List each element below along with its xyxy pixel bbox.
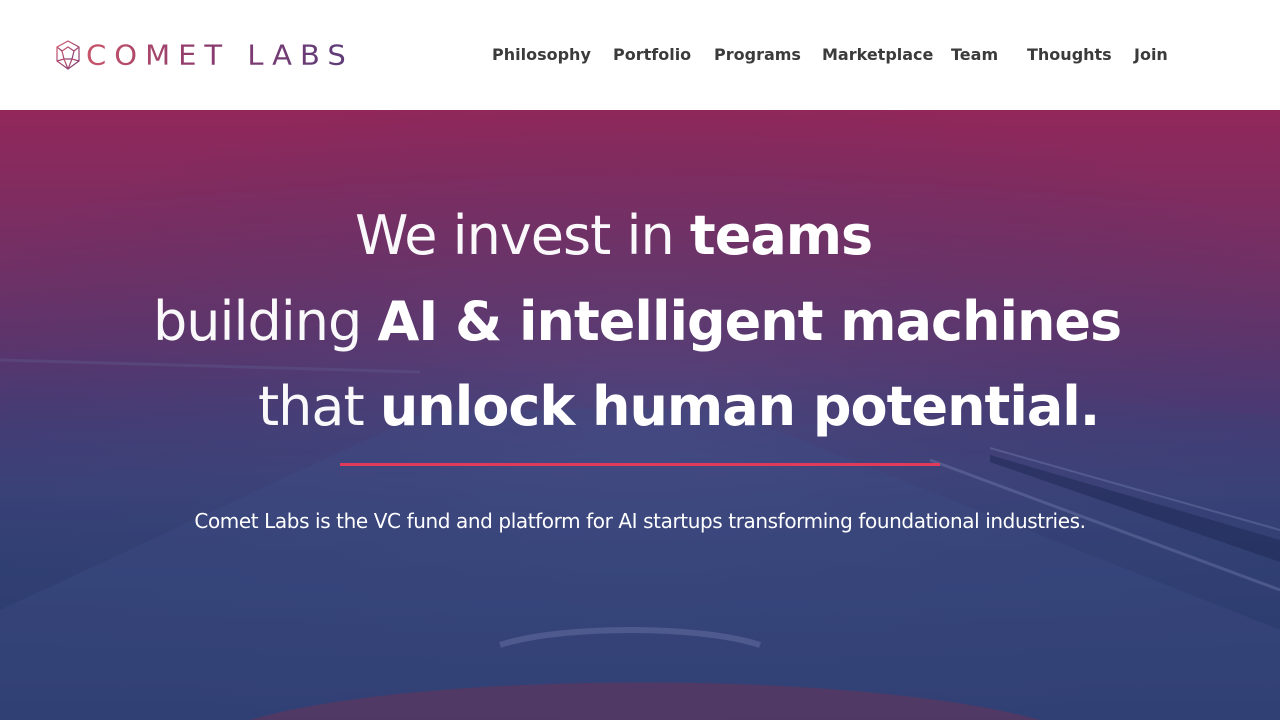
hero-subtitle: Comet Labs is the VC fund and platform f…: [0, 506, 1280, 536]
nav-item-join[interactable]: Join: [1134, 44, 1168, 66]
nav-item-thoughts[interactable]: Thoughts: [1027, 44, 1112, 66]
headline-line-3-bold: unlock human potential.: [379, 375, 1100, 438]
headline-line-3-thin: that: [258, 375, 380, 438]
headline-line-3-container: that unlock human potential.: [258, 375, 1100, 439]
headline-line-1-container: We invest in teams: [355, 204, 873, 268]
brand-logo[interactable]: COMET LABS: [54, 38, 354, 72]
headline-line-2-thin: building: [153, 290, 378, 353]
hero-subtitle-text: Comet Labs is the VC fund and platform f…: [194, 509, 1086, 533]
top-navbar: COMET LABS Philosophy Portfolio Programs…: [0, 0, 1280, 110]
nav-item-philosophy[interactable]: Philosophy: [492, 44, 591, 66]
brand-name: COMET LABS: [86, 38, 354, 72]
headline-line-2-container: building AI & intelligent machines: [153, 290, 1122, 354]
headline-line-2-bold: AI & intelligent machines: [377, 290, 1122, 353]
hero-section: We invest in teams building AI & intelli…: [0, 110, 1280, 720]
headline-line-1-thin: We invest in: [355, 204, 690, 267]
nav-item-team[interactable]: Team: [951, 44, 998, 66]
nav-item-marketplace[interactable]: Marketplace: [822, 44, 933, 66]
headline-line-1-bold: teams: [689, 204, 873, 267]
headline-divider: [340, 463, 940, 466]
nav-item-portfolio[interactable]: Portfolio: [613, 44, 691, 66]
nav-item-programs[interactable]: Programs: [714, 44, 801, 66]
geodesic-sphere-icon: [56, 40, 80, 70]
